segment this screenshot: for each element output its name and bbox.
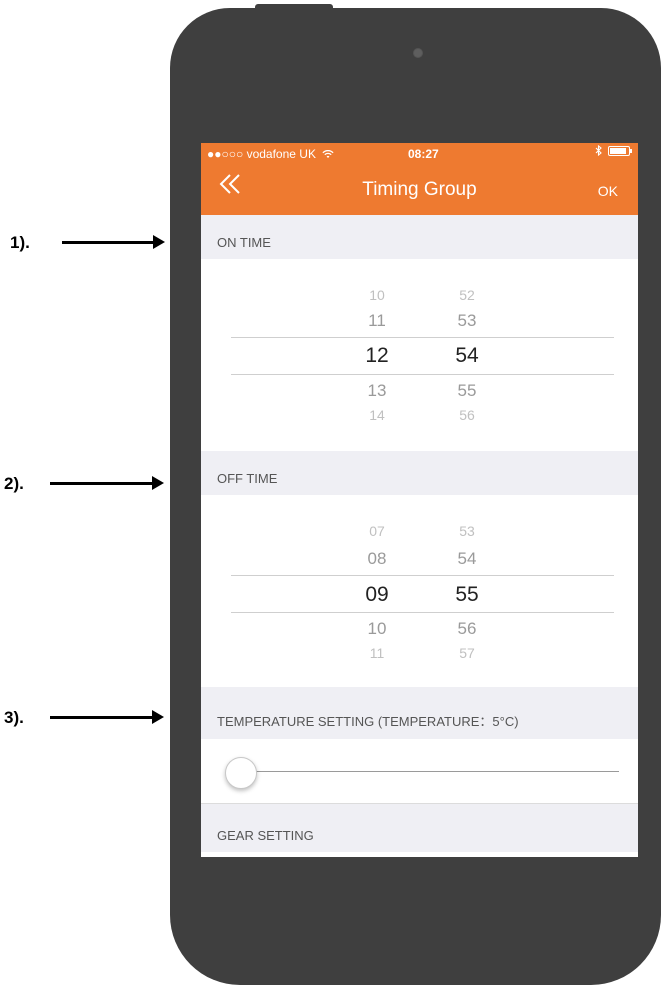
off-time-minute-wheel[interactable]: 53 54 55 56 57 [437, 495, 497, 687]
wheel-value: 10 [369, 287, 385, 303]
app-screen: ●●○○○ vodafone UK 08:27 Timing Group OK [201, 143, 638, 857]
annotation-arrow-3 [50, 710, 164, 724]
navigation-bar: Timing Group OK [201, 163, 638, 215]
wheel-value: 11 [368, 311, 386, 330]
wheel-value-selected: 09 [365, 583, 389, 606]
wheel-value: 10 [367, 619, 387, 638]
annotation-label-2: 2). [4, 474, 24, 493]
battery-icon [608, 145, 632, 156]
off-time-picker[interactable]: 07 08 09 10 11 53 54 55 56 57 [201, 495, 638, 688]
annotation-arrow-1 [62, 235, 165, 249]
temperature-header: TEMPERATURE SETTING (TEMPERATURE：5°C) [201, 687, 638, 740]
off-time-hour-wheel[interactable]: 07 08 09 10 11 [347, 495, 407, 687]
wheel-value: 14 [369, 407, 385, 423]
temperature-slider-track[interactable] [243, 771, 619, 772]
carrier-text: ●●○○○ vodafone UK [207, 147, 334, 161]
wheel-value: 53 [457, 311, 477, 330]
wheel-value: 55 [457, 381, 477, 400]
on-time-hour-wheel[interactable]: 10 11 12 13 14 [347, 259, 407, 451]
wheel-value: 57 [459, 645, 475, 661]
status-time: 08:27 [408, 147, 439, 161]
on-time-minute-wheel[interactable]: 52 53 54 55 56 [437, 259, 497, 451]
wheel-value-selected: 12 [365, 344, 389, 367]
wheel-value: 56 [457, 619, 477, 638]
off-time-header: OFF TIME [201, 451, 638, 496]
front-camera [413, 48, 423, 58]
wheel-value: 13 [367, 381, 387, 400]
annotation-label-1: 1). [10, 233, 30, 252]
wheel-value: 08 [367, 549, 387, 568]
wheel-value: 54 [457, 549, 477, 568]
gear-content-strip [201, 852, 638, 857]
wheel-value-selected: 54 [455, 344, 479, 367]
on-time-header: ON TIME [201, 215, 638, 260]
annotation-label-3: 3). [4, 708, 24, 727]
page-title: Timing Group [362, 179, 477, 200]
temperature-slider-row [201, 739, 638, 804]
wifi-icon [322, 150, 334, 159]
bluetooth-icon [595, 145, 602, 156]
wheel-value: 07 [369, 523, 385, 539]
ok-button[interactable]: OK [598, 183, 618, 199]
gear-header: GEAR SETTING [201, 804, 638, 852]
status-right-icons [595, 145, 632, 156]
annotation-arrow-2 [50, 476, 164, 490]
wheel-value-selected: 55 [455, 583, 479, 606]
picker-selection-lines [231, 575, 614, 613]
on-time-picker[interactable]: 10 11 12 13 14 52 53 54 55 56 [201, 259, 638, 452]
temperature-slider-thumb[interactable] [225, 757, 257, 789]
wheel-value: 52 [459, 287, 475, 303]
wheel-value: 53 [459, 523, 475, 539]
wheel-value: 56 [459, 407, 475, 423]
wheel-value: 11 [369, 645, 385, 661]
status-bar: ●●○○○ vodafone UK 08:27 [201, 143, 638, 163]
picker-selection-lines [231, 337, 614, 375]
